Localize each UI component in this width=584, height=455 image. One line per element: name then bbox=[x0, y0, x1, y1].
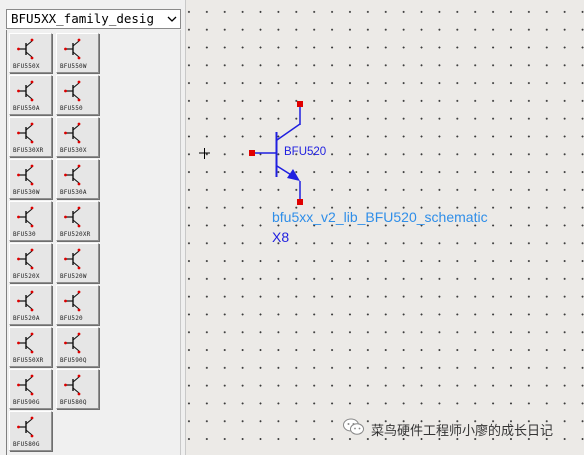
watermark-text: 菜鸟硬件工程师小廖的成长日记 bbox=[371, 423, 554, 439]
collector-pin bbox=[297, 101, 303, 107]
part-value-label[interactable]: BFU520 bbox=[284, 146, 326, 158]
schematic-drawing bbox=[199, 101, 303, 205]
watermark: 菜鸟硬件工程师小廖的成长日记 bbox=[343, 418, 553, 440]
base-pin bbox=[249, 150, 255, 156]
collector-lead bbox=[276, 123, 301, 141]
reference-designator-label[interactable]: X8 bbox=[272, 229, 289, 245]
emitter-pin bbox=[297, 199, 303, 205]
wechat-icon bbox=[343, 418, 365, 440]
emitter-arrow-icon bbox=[287, 169, 300, 181]
library-name-label[interactable]: bfu5xx_v2_lib_BFU520_schematic bbox=[272, 209, 488, 225]
crosshair-cursor-icon bbox=[199, 148, 210, 159]
